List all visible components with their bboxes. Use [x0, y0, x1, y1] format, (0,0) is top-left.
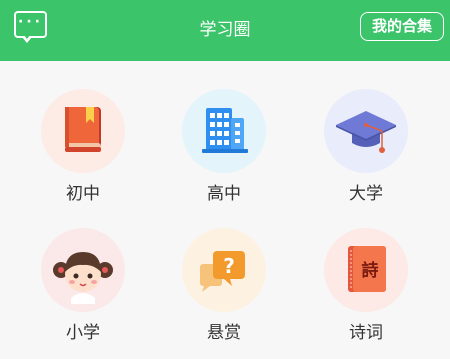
category-primary[interactable]: 小学 [13, 228, 153, 343]
category-bounty[interactable]: ? 悬赏 [154, 228, 294, 343]
category-label: 悬赏 [207, 323, 241, 343]
category-poetry[interactable]: 詩 诗词 [296, 228, 436, 343]
category-senior-high[interactable]: 高中 [154, 89, 294, 204]
svg-text:?: ? [223, 254, 235, 278]
category-university[interactable]: 大学 [296, 89, 436, 204]
category-label: 诗词 [349, 323, 383, 343]
category-icon-bg: ? [182, 228, 266, 312]
my-collection-button[interactable]: 我的合集 [360, 12, 444, 41]
book-icon [65, 107, 101, 152]
category-label: 初中 [66, 184, 100, 204]
category-label: 大学 [349, 184, 383, 204]
poetry-book-char: 詩 [362, 260, 379, 281]
category-icon-bg [182, 89, 266, 173]
top-bar: ··· 学习圈 我的合集 [0, 0, 450, 61]
category-label: 高中 [207, 184, 241, 204]
question-bubble-icon: ? [200, 251, 245, 292]
graduation-cap-icon [336, 111, 396, 153]
buildings-icon [202, 108, 248, 153]
girl-avatar-icon [53, 252, 113, 304]
category-icon-bg [41, 89, 125, 173]
category-icon-bg: 詩 [324, 228, 408, 312]
category-icon-bg [324, 89, 408, 173]
category-icon-bg [41, 228, 125, 312]
category-label: 小学 [66, 323, 100, 343]
category-junior-high[interactable]: 初中 [13, 89, 153, 204]
poetry-book-icon: 詩 [348, 246, 386, 292]
